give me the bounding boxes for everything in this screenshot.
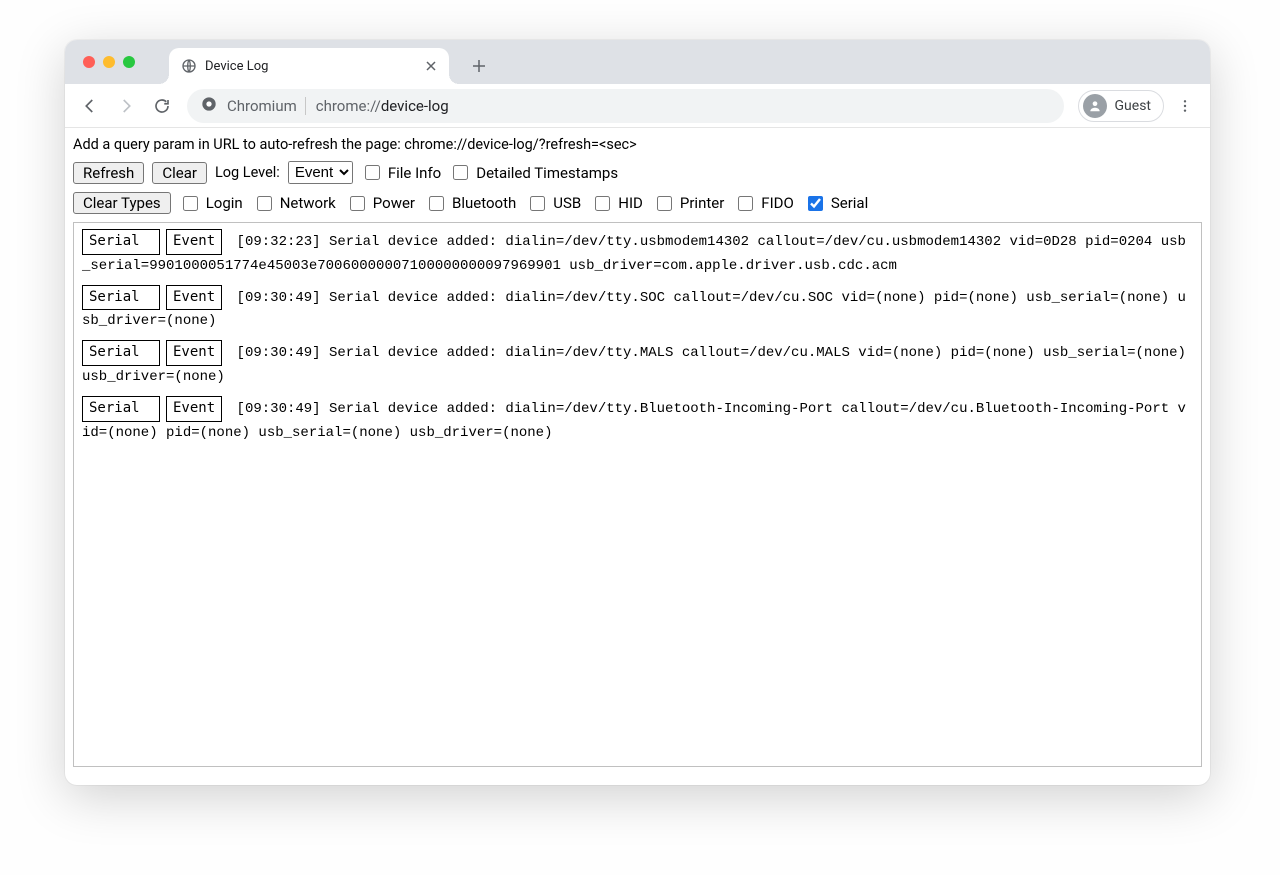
clear-button[interactable]: Clear	[152, 162, 207, 184]
log-level-chip: Event	[166, 396, 222, 422]
refresh-button[interactable]: Refresh	[73, 162, 144, 184]
type-checkbox-hid[interactable]	[595, 196, 610, 211]
type-filters: Login Network Power Bluetooth USB HID Printer F…	[179, 193, 869, 214]
refresh-hint: Add a query param in URL to auto-refresh…	[73, 136, 1202, 153]
minimize-window-button[interactable]	[103, 56, 115, 68]
type-checkbox-bluetooth[interactable]	[429, 196, 444, 211]
profile-label: Guest	[1115, 98, 1151, 114]
log-source-chip: Serial	[82, 396, 160, 422]
type-label-printer: Printer	[680, 194, 724, 212]
page-content: Add a query param in URL to auto-refresh…	[65, 128, 1210, 785]
log-output: SerialEvent [09:32:23] Serial device add…	[73, 222, 1202, 767]
type-filter-network[interactable]: Network	[253, 193, 336, 214]
browser-menu-button[interactable]	[1168, 89, 1202, 123]
back-button[interactable]	[73, 89, 107, 123]
controls-row-1: Refresh Clear Log Level: Event File Info…	[73, 161, 1202, 184]
omnibox-divider	[305, 97, 306, 115]
browser-window: Device Log Chromium ch	[65, 40, 1210, 785]
type-label-network: Network	[280, 194, 336, 212]
log-source-chip: Serial	[82, 340, 160, 366]
log-timestamp: [09:30:49]	[228, 345, 329, 361]
log-entry: SerialEvent [09:30:49] Serial device add…	[82, 285, 1193, 335]
tab-device-log[interactable]: Device Log	[169, 48, 449, 84]
log-entry: SerialEvent [09:30:49] Serial device add…	[82, 340, 1193, 390]
log-timestamp: [09:30:49]	[228, 290, 329, 306]
close-window-button[interactable]	[83, 56, 95, 68]
log-level-chip: Event	[166, 229, 222, 255]
type-checkbox-power[interactable]	[350, 196, 365, 211]
log-timestamp: [09:32:23]	[228, 234, 329, 250]
product-name: Chromium	[227, 97, 297, 115]
log-entry: SerialEvent [09:32:23] Serial device add…	[82, 229, 1193, 279]
type-label-hid: HID	[618, 194, 643, 212]
tab-strip: Device Log	[65, 40, 1210, 84]
zoom-window-button[interactable]	[123, 56, 135, 68]
new-tab-button[interactable]	[465, 52, 493, 80]
url-text: chrome://device-log	[316, 97, 449, 115]
type-filter-bluetooth[interactable]: Bluetooth	[425, 193, 516, 214]
log-level-chip: Event	[166, 340, 222, 366]
detailed-timestamps-checkbox[interactable]	[453, 165, 468, 180]
type-label-fido: FIDO	[761, 194, 794, 212]
type-filter-fido[interactable]: FIDO	[734, 193, 794, 214]
type-filter-usb[interactable]: USB	[526, 193, 581, 214]
clear-types-button[interactable]: Clear Types	[73, 192, 171, 214]
log-source-chip: Serial	[82, 229, 160, 255]
forward-button[interactable]	[109, 89, 143, 123]
detailed-timestamps-option[interactable]: Detailed Timestamps	[449, 162, 618, 183]
type-filter-login[interactable]: Login	[179, 193, 243, 214]
type-checkbox-fido[interactable]	[738, 196, 753, 211]
address-bar[interactable]: Chromium chrome://device-log	[187, 89, 1064, 123]
type-checkbox-login[interactable]	[183, 196, 198, 211]
close-tab-button[interactable]	[423, 58, 439, 74]
log-level-chip: Event	[166, 285, 222, 311]
type-filter-printer[interactable]: Printer	[653, 193, 724, 214]
avatar-icon	[1083, 94, 1107, 118]
type-label-login: Login	[206, 194, 243, 212]
type-label-bluetooth: Bluetooth	[452, 194, 516, 212]
log-level-label: Log Level:	[215, 164, 280, 181]
type-label-usb: USB	[553, 194, 581, 212]
tab-title: Device Log	[205, 59, 423, 74]
toolbar: Chromium chrome://device-log Guest	[65, 84, 1210, 128]
type-filter-power[interactable]: Power	[346, 193, 415, 214]
profile-button[interactable]: Guest	[1078, 90, 1164, 122]
log-level-select[interactable]: Event	[288, 161, 353, 184]
type-checkbox-usb[interactable]	[530, 196, 545, 211]
type-label-serial: Serial	[831, 194, 868, 212]
type-filter-serial[interactable]: Serial	[804, 193, 868, 214]
window-controls	[83, 56, 135, 68]
type-filter-hid[interactable]: HID	[591, 193, 643, 214]
chrome-icon	[201, 96, 217, 116]
type-checkbox-printer[interactable]	[657, 196, 672, 211]
file-info-checkbox[interactable]	[365, 165, 380, 180]
globe-icon	[181, 58, 197, 74]
type-checkbox-network[interactable]	[257, 196, 272, 211]
log-entry: SerialEvent [09:30:49] Serial device add…	[82, 396, 1193, 446]
type-checkbox-serial[interactable]	[808, 196, 823, 211]
log-source-chip: Serial	[82, 285, 160, 311]
reload-button[interactable]	[145, 89, 179, 123]
log-timestamp: [09:30:49]	[228, 401, 329, 417]
file-info-option[interactable]: File Info	[361, 162, 441, 183]
type-label-power: Power	[373, 194, 415, 212]
controls-row-2: Clear Types Login Network Power Bluetooth US…	[73, 192, 1202, 214]
